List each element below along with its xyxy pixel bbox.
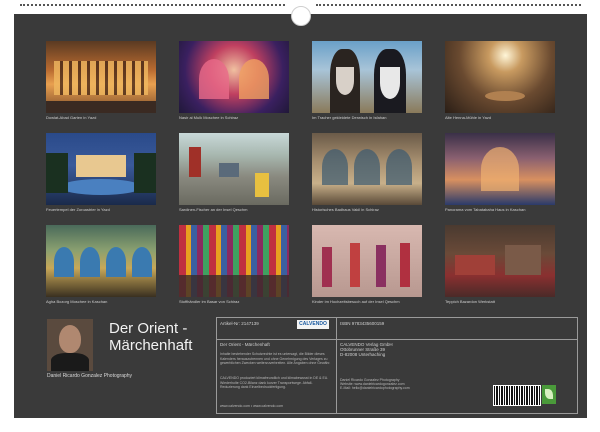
photo-caption: Historisches Badhaus Vakil in Schiraz bbox=[312, 207, 379, 212]
photo-8 bbox=[445, 133, 555, 205]
divider bbox=[217, 339, 577, 340]
eco-badge-icon bbox=[542, 385, 556, 404]
photo-caption: Feuertempel der Zoroastrier in Yazd bbox=[46, 207, 110, 212]
photo-6 bbox=[179, 133, 289, 205]
title-line-2: Märchenhaft bbox=[109, 337, 193, 354]
photo-5 bbox=[46, 133, 156, 205]
product-title: Der Orient - Märchenhaft bbox=[220, 342, 270, 347]
photo-2 bbox=[179, 41, 289, 113]
photo-3 bbox=[312, 41, 422, 113]
calendar-back-cover: Dowlat-Abad Garten in Yazd Nasir al Mulk… bbox=[14, 14, 587, 418]
photo-caption: Alte Henna-Mühle in Yazd bbox=[445, 115, 492, 120]
article-number: Artikel-Nr: 2147139 bbox=[220, 321, 259, 326]
photo-caption: Nasir al Mulk Moschee in Schiraz bbox=[179, 115, 239, 120]
photo-1 bbox=[46, 41, 156, 113]
photo-caption: Kinder im Hochzeitsbesuch auf der Insel … bbox=[312, 299, 400, 304]
product-info-box: Artikel-Nr: 2147139 CALVENDO Der Orient … bbox=[216, 317, 578, 414]
photo-caption: Im Tracher gekleidete Derwisch in Isfaha… bbox=[312, 115, 387, 120]
photo-caption: Stoffhändler im Basar von Schiraz bbox=[179, 299, 240, 304]
photo-caption: Sardinen-Fischer an der Insel Qeschm bbox=[179, 207, 248, 212]
author-name: Daniel Ricardo Gonzalez Photography bbox=[47, 373, 133, 379]
calendar-title: Der Orient - Märchenhaft bbox=[109, 320, 192, 354]
publisher-city: D-82008 Unterhaching bbox=[340, 352, 386, 357]
photo-10 bbox=[179, 225, 289, 297]
photo-9 bbox=[46, 225, 156, 297]
photo-caption: Teppich Bazardon Werkstatt bbox=[445, 299, 495, 304]
barcode bbox=[493, 385, 541, 406]
eco-text: CALVENDO produziert klimafreundlich und … bbox=[220, 376, 329, 389]
photo-4 bbox=[445, 41, 555, 113]
legal-text: Inhalte bestehender Schutzrechte ist es … bbox=[220, 352, 331, 365]
calvendo-logo: CALVENDO bbox=[297, 320, 329, 329]
isbn: ISBN 9783435600159 bbox=[340, 321, 385, 326]
photo-11 bbox=[312, 225, 422, 297]
photo-caption: Dowlat-Abad Garten in Yazd bbox=[46, 115, 97, 120]
title-line-1: Der Orient - bbox=[109, 320, 188, 337]
photo-7 bbox=[312, 133, 422, 205]
hanging-hole bbox=[291, 6, 311, 26]
divider bbox=[336, 318, 337, 413]
contact-mail: E-Mail: hello@danielricardophotography.c… bbox=[340, 386, 410, 390]
binding-wire-right bbox=[316, 4, 581, 12]
footer-url: www.calvendo.com • www.calvendo.com bbox=[220, 404, 284, 408]
author-portrait bbox=[47, 319, 93, 371]
photo-caption: Agha Bozorg Moschee in Kaschan bbox=[46, 299, 108, 304]
photo-caption: Panorama vom Tabatabaha Haus in Kaschan bbox=[445, 207, 526, 212]
binding-wire-left bbox=[20, 4, 285, 12]
photo-12 bbox=[445, 225, 555, 297]
